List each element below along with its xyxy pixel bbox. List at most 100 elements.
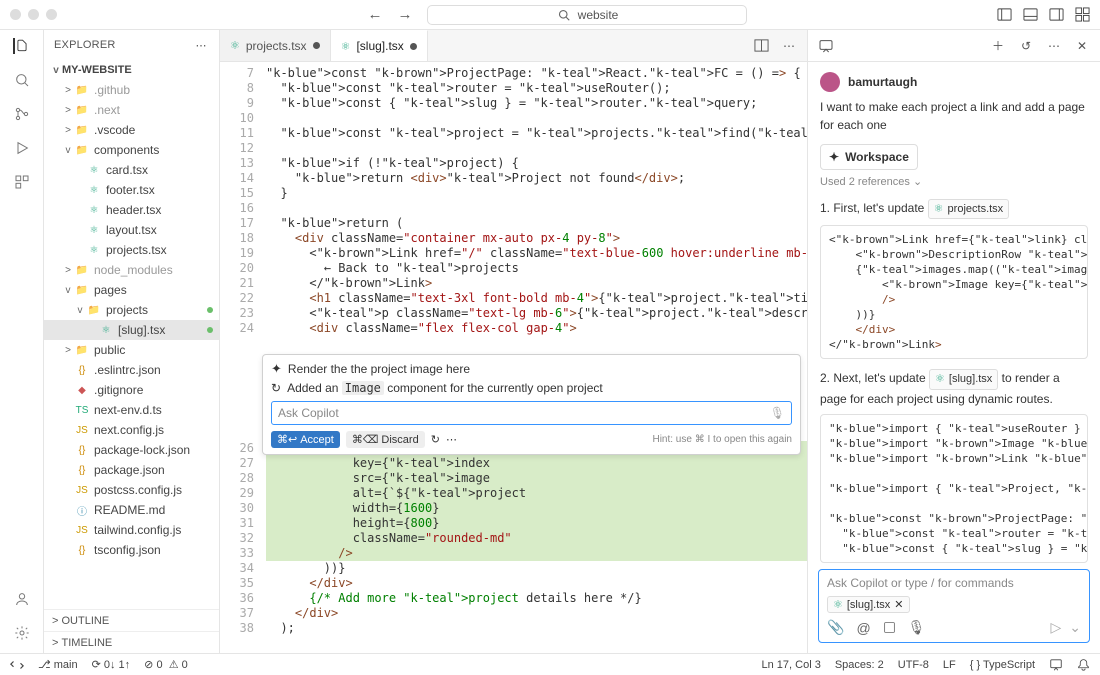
- tab-label: projects.tsx: [246, 39, 307, 53]
- history-icon[interactable]: ↺: [1018, 38, 1034, 54]
- editor-tab[interactable]: ⚛projects.tsx: [220, 30, 331, 61]
- tree-label: .vscode: [94, 123, 135, 137]
- indent-indicator[interactable]: Spaces: 2: [835, 659, 884, 671]
- nav-fwd-icon[interactable]: →: [397, 7, 413, 23]
- branch-indicator[interactable]: ⎇ main: [38, 658, 78, 671]
- debug-icon[interactable]: [14, 140, 30, 156]
- tree-item[interactable]: ⚛[slug].tsx: [44, 320, 219, 340]
- mic-icon[interactable]: 🎙: [770, 406, 785, 420]
- layout-left-icon[interactable]: [996, 7, 1012, 23]
- workspace-chip[interactable]: ✦ Workspace: [820, 144, 918, 170]
- tree-item[interactable]: >📁.vscode: [44, 120, 219, 140]
- command-center[interactable]: website: [427, 5, 747, 25]
- tree-item[interactable]: ⚛footer.tsx: [44, 180, 219, 200]
- context-chip[interactable]: ⚛ [slug].tsx ✕: [827, 596, 910, 613]
- copilot-input[interactable]: Ask Copilot or type / for commands ⚛ [sl…: [818, 569, 1090, 643]
- nav-back-icon[interactable]: ←: [367, 7, 383, 23]
- max-dot[interactable]: [46, 9, 57, 20]
- tree-item[interactable]: JStailwind.config.js: [44, 520, 219, 540]
- tree-item[interactable]: v📁projects: [44, 300, 219, 320]
- file-icon: 📁: [74, 125, 90, 136]
- language-indicator[interactable]: { } TypeScript: [970, 659, 1035, 671]
- cursor-position[interactable]: Ln 17, Col 3: [762, 659, 821, 671]
- explorer-sidebar: EXPLORER ⋯ v MY-WEBSITE >📁.github>📁.next…: [44, 30, 220, 653]
- tree-item[interactable]: ⚛layout.tsx: [44, 220, 219, 240]
- discard-button[interactable]: ⌘⌫ Discard: [346, 431, 425, 448]
- tree-item[interactable]: >📁.github: [44, 80, 219, 100]
- accept-button[interactable]: ⌘↩ Accept: [271, 431, 340, 448]
- mic-icon[interactable]: 🎙: [908, 619, 926, 636]
- tree-item[interactable]: v📁pages: [44, 280, 219, 300]
- editor-tab[interactable]: ⚛[slug].tsx: [331, 30, 428, 61]
- editor-more-icon[interactable]: ⋯: [781, 38, 797, 54]
- tree-item[interactable]: JSnext.config.js: [44, 420, 219, 440]
- search-activity-icon[interactable]: [14, 72, 30, 88]
- layout-bottom-icon[interactable]: [1022, 7, 1038, 23]
- sidebar-more-icon[interactable]: ⋯: [193, 37, 209, 53]
- tree-item[interactable]: ⚛card.tsx: [44, 160, 219, 180]
- copilot-more-icon[interactable]: ⋯: [1046, 38, 1062, 54]
- editor-tabs: ⚛projects.tsx⚛[slug].tsx ⋯: [220, 30, 807, 62]
- nav-arrows: ← →: [367, 7, 413, 23]
- tree-item[interactable]: JSpostcss.config.js: [44, 480, 219, 500]
- explorer-icon[interactable]: [13, 38, 29, 54]
- tree-item[interactable]: >📁public: [44, 340, 219, 360]
- send-icon[interactable]: ▷: [1050, 619, 1061, 636]
- tree-item[interactable]: ◆.gitignore: [44, 380, 219, 400]
- remote-icon[interactable]: [10, 658, 24, 672]
- layout-right-icon[interactable]: [1048, 7, 1064, 23]
- attach-icon[interactable]: 📎: [827, 619, 844, 636]
- gear-icon[interactable]: [14, 625, 30, 641]
- tab-label: [slug].tsx: [356, 39, 403, 53]
- send-menu-icon[interactable]: ⌄: [1069, 619, 1081, 636]
- tree-label: footer.tsx: [106, 183, 155, 197]
- hash-icon[interactable]: [883, 621, 896, 634]
- extensions-icon[interactable]: [14, 174, 30, 190]
- file-icon: {}: [74, 545, 90, 556]
- new-chat-icon[interactable]: ＋: [990, 38, 1006, 54]
- references[interactable]: Used 2 references ⌄: [820, 174, 1088, 191]
- tree-item[interactable]: ⚛projects.tsx: [44, 240, 219, 260]
- close-dot[interactable]: [10, 9, 21, 20]
- mention-icon[interactable]: @: [856, 620, 870, 636]
- inline-input[interactable]: Ask Copilot 🎙: [271, 401, 792, 425]
- file-chip-slug[interactable]: ⚛ [slug].tsx: [929, 369, 998, 390]
- tree-label: postcss.config.js: [94, 483, 182, 497]
- chip-close-icon[interactable]: ✕: [894, 598, 903, 611]
- tree-item[interactable]: {}package-lock.json: [44, 440, 219, 460]
- close-panel-icon[interactable]: ✕: [1074, 38, 1090, 54]
- account-icon[interactable]: [14, 591, 30, 607]
- tree-item[interactable]: TSnext-env.d.ts: [44, 400, 219, 420]
- tree-item[interactable]: >📁.next: [44, 100, 219, 120]
- file-icon: ⚛: [86, 245, 102, 256]
- tree-item[interactable]: {}package.json: [44, 460, 219, 480]
- outline-section[interactable]: > OUTLINE: [44, 609, 219, 631]
- tree-item[interactable]: ⓘREADME.md: [44, 500, 219, 520]
- tree-item[interactable]: ⚛header.tsx: [44, 200, 219, 220]
- explorer-title: EXPLORER: [54, 39, 116, 51]
- tree-item[interactable]: {}tsconfig.json: [44, 540, 219, 560]
- code-editor[interactable]: 7 8 9 10 11 12 13 14 15 16 17 18 19 20 2…: [220, 62, 807, 653]
- scm-icon[interactable]: [14, 106, 30, 122]
- split-editor-icon[interactable]: [753, 38, 769, 54]
- tree-item[interactable]: {}.eslintrc.json: [44, 360, 219, 380]
- layout-custom-icon[interactable]: [1074, 7, 1090, 23]
- min-dot[interactable]: [28, 9, 39, 20]
- regenerate-icon[interactable]: ↻: [431, 433, 440, 446]
- tree-item[interactable]: v📁components: [44, 140, 219, 160]
- problems-indicator[interactable]: ⊘ 0 ⚠ 0: [144, 658, 188, 671]
- timeline-section[interactable]: > TIMELINE: [44, 631, 219, 653]
- feedback-icon[interactable]: [1049, 658, 1063, 672]
- sync-indicator[interactable]: ⟳ 0↓ 1↑: [92, 658, 131, 671]
- file-chip-projects[interactable]: ⚛ projects.tsx: [928, 199, 1010, 220]
- tree-item[interactable]: >📁node_modules: [44, 260, 219, 280]
- encoding-indicator[interactable]: UTF-8: [898, 659, 929, 671]
- tree-label: next-env.d.ts: [94, 403, 162, 417]
- tree-label: projects: [106, 303, 148, 317]
- bell-icon[interactable]: [1077, 658, 1090, 671]
- folder-root[interactable]: v MY-WEBSITE: [44, 60, 219, 80]
- inline-more-icon[interactable]: ⋯: [446, 433, 457, 446]
- chat-icon[interactable]: [818, 38, 834, 54]
- tree-label: tailwind.config.js: [94, 523, 181, 537]
- eol-indicator[interactable]: LF: [943, 659, 956, 671]
